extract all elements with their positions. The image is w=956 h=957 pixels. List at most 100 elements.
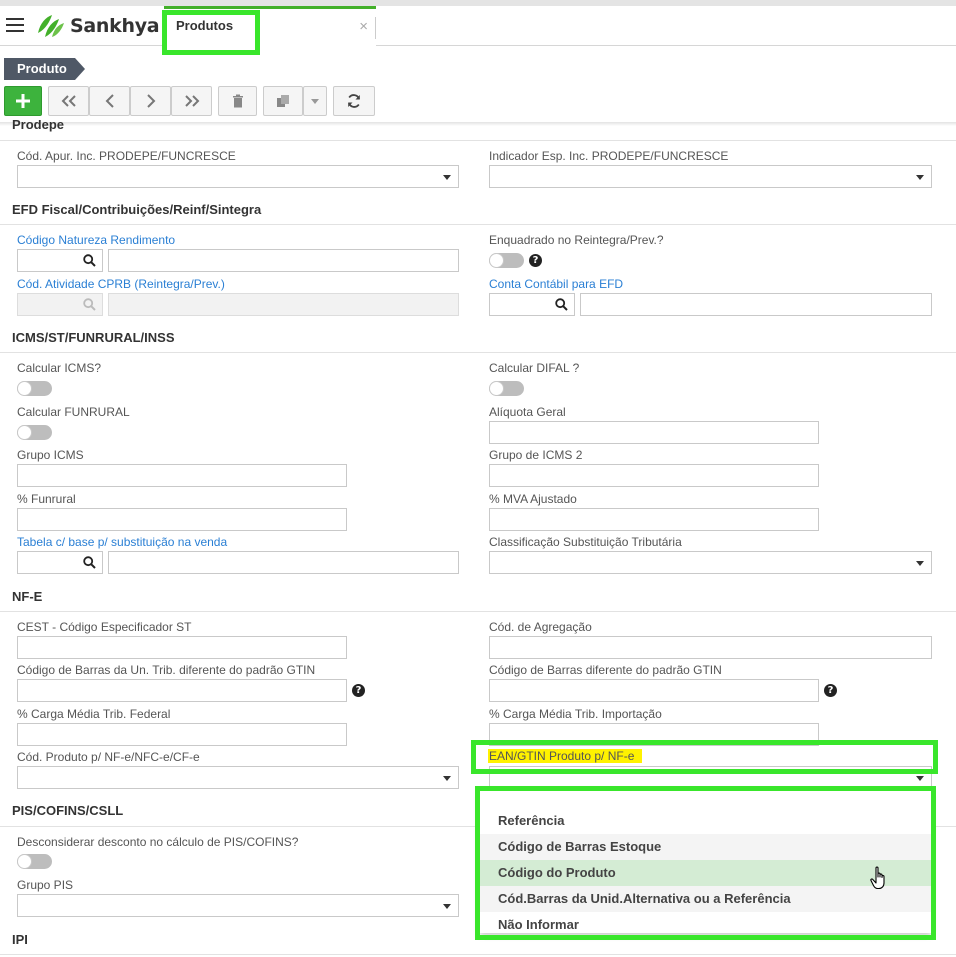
breadcrumb-label: Produto	[17, 61, 67, 76]
last-record-button[interactable]	[171, 86, 212, 116]
label-carga-federal: % Carga Média Trib. Federal	[17, 707, 171, 721]
close-icon[interactable]: ×	[359, 18, 368, 35]
label-indicador-esp: Indicador Esp. Inc. PRODEPE/FUNCRESCE	[489, 149, 729, 163]
previous-record-button[interactable]	[89, 86, 130, 116]
search-conta-contabil-efd[interactable]	[489, 293, 575, 316]
select-ean-gtin-nfe[interactable]	[489, 766, 932, 789]
section-divider	[0, 224, 956, 225]
input-pct-mva[interactable]	[489, 508, 819, 531]
caret-down-icon	[443, 776, 451, 781]
select-indicador-esp[interactable]	[489, 165, 932, 188]
select-grupo-pis[interactable]	[17, 894, 459, 917]
select-cod-produto-nfe[interactable]	[17, 766, 459, 789]
label-conta-contabil-efd[interactable]: Conta Contábil para EFD	[489, 277, 623, 291]
select-classificacao-st[interactable]	[489, 551, 932, 574]
search-icon	[555, 298, 568, 311]
help-icon[interactable]: ?	[352, 684, 365, 697]
add-button[interactable]	[4, 86, 42, 116]
caret-down-icon	[916, 561, 924, 566]
brand-name: Sankhya	[70, 15, 160, 37]
help-icon[interactable]: ?	[824, 684, 837, 697]
search-icon	[83, 556, 96, 569]
input-cod-agregacao[interactable]	[489, 636, 932, 659]
copy-button[interactable]	[263, 86, 303, 116]
label-cod-barras-gtin: Código de Barras diferente do padrão GTI…	[489, 663, 722, 677]
label-cod-apur: Cód. Apur. Inc. PRODEPE/FUNCRESCE	[17, 149, 236, 163]
section-divider	[0, 352, 956, 353]
input-cod-barras-gtin[interactable]	[489, 679, 819, 702]
input-cest[interactable]	[17, 636, 347, 659]
toggle-desconsiderar-desconto[interactable]	[17, 854, 52, 869]
delete-icon	[232, 94, 243, 108]
section-title-efd: EFD Fiscal/Contribuições/Reinf/Sintegra	[12, 202, 262, 217]
input-grupo-icms2[interactable]	[489, 464, 819, 487]
help-icon[interactable]: ?	[529, 254, 542, 267]
label-cod-agregacao: Cód. de Agregação	[489, 620, 592, 634]
breadcrumb[interactable]: Produto	[4, 58, 85, 80]
label-cod-atividade-cprb[interactable]: Cód. Atividade CPRB (Reintegra/Prev.)	[17, 277, 225, 291]
refresh-button[interactable]	[333, 86, 375, 116]
brand-logo[interactable]: Sankhya	[36, 12, 160, 40]
caret-down-icon	[916, 175, 924, 180]
section-divider	[0, 954, 956, 955]
toggle-knob	[17, 381, 32, 396]
label-aliquota-geral: Alíquota Geral	[489, 405, 566, 419]
search-tabela-base-st[interactable]	[17, 551, 103, 574]
label-calcular-difal: Calcular DIFAL ?	[489, 361, 580, 375]
section-title-nfe: NF-E	[12, 589, 43, 604]
label-calcular-icms: Calcular ICMS?	[17, 361, 102, 375]
delete-button[interactable]	[218, 86, 257, 116]
dropdown-option[interactable]: Referência	[480, 808, 931, 834]
toggle-knob	[489, 381, 504, 396]
input-carga-importacao[interactable]	[489, 723, 819, 746]
copy-icon	[277, 95, 289, 107]
app-header: Sankhya Produtos ×	[0, 6, 956, 46]
toggle-enquadrado-reintegra[interactable]	[489, 253, 524, 268]
label-grupo-icms2: Grupo de ICMS 2	[489, 448, 583, 462]
input-tabela-base-st-desc[interactable]	[108, 551, 459, 574]
section-divider	[0, 140, 956, 141]
search-codigo-natureza[interactable]	[17, 249, 103, 272]
select-cod-apur[interactable]	[17, 165, 459, 188]
input-carga-federal[interactable]	[17, 723, 347, 746]
dropdown-option[interactable]: Código de Barras Estoque	[480, 834, 931, 860]
toggle-calcular-difal[interactable]	[489, 381, 524, 396]
dropdown-option[interactable]: Cód.Barras da Unid.Alternativa ou a Refe…	[480, 886, 931, 912]
toggle-calcular-icms[interactable]	[17, 381, 52, 396]
label-enquadrado-reintegra: Enquadrado no Reintegra/Prev.?	[489, 233, 664, 247]
copy-options-button[interactable]	[303, 86, 327, 116]
input-grupo-icms[interactable]	[17, 464, 347, 487]
label-tabela-base-st[interactable]: Tabela c/ base p/ substituição na venda	[17, 535, 227, 549]
add-icon	[16, 94, 30, 108]
next-record-icon	[146, 94, 155, 108]
tab-produtos[interactable]: Produtos ×	[164, 6, 376, 46]
caret-down-icon	[916, 776, 924, 781]
previous-record-icon	[105, 94, 114, 108]
highlighted-label-text: EAN/GTIN Produto p/ NF-e	[488, 749, 643, 763]
search-cod-atividade-cprb[interactable]	[17, 293, 103, 316]
label-desconsiderar-desconto: Desconsiderar desconto no cálculo de PIS…	[17, 835, 299, 849]
section-title-icms: ICMS/ST/FUNRURAL/INSS	[12, 330, 175, 345]
first-record-button[interactable]	[48, 86, 89, 116]
input-aliquota-geral[interactable]	[489, 421, 819, 444]
label-grupo-icms: Grupo ICMS	[17, 448, 84, 462]
menu-icon[interactable]	[6, 18, 24, 34]
input-cod-barras-un-trib[interactable]	[17, 679, 347, 702]
hand-cursor-icon	[870, 866, 885, 890]
input-codigo-natureza-desc[interactable]	[108, 249, 459, 272]
label-codigo-natureza[interactable]: Código Natureza Rendimento	[17, 233, 175, 247]
input-pct-funrural[interactable]	[17, 508, 347, 531]
label-classificacao-st: Classificação Substituição Tributária	[489, 535, 682, 549]
label-pct-funrural: % Funrural	[17, 492, 76, 506]
dropdown-option[interactable]: Não Informar	[480, 912, 931, 938]
label-calcular-funrural: Calcular FUNRURAL	[17, 405, 130, 419]
dropdown-option-hovered[interactable]: Código do Produto	[480, 860, 931, 886]
section-title-ipi: IPI	[12, 932, 28, 947]
section-divider	[0, 611, 956, 612]
section-title-prodepe: Prodepe	[12, 120, 65, 132]
toggle-calcular-funrural[interactable]	[17, 425, 52, 440]
input-conta-contabil-efd-desc[interactable]	[580, 293, 932, 316]
next-record-button[interactable]	[130, 86, 171, 116]
ean-gtin-dropdown-list: Referência Código de Barras Estoque Códi…	[480, 790, 931, 933]
input-cod-atividade-cprb-desc	[108, 293, 459, 316]
